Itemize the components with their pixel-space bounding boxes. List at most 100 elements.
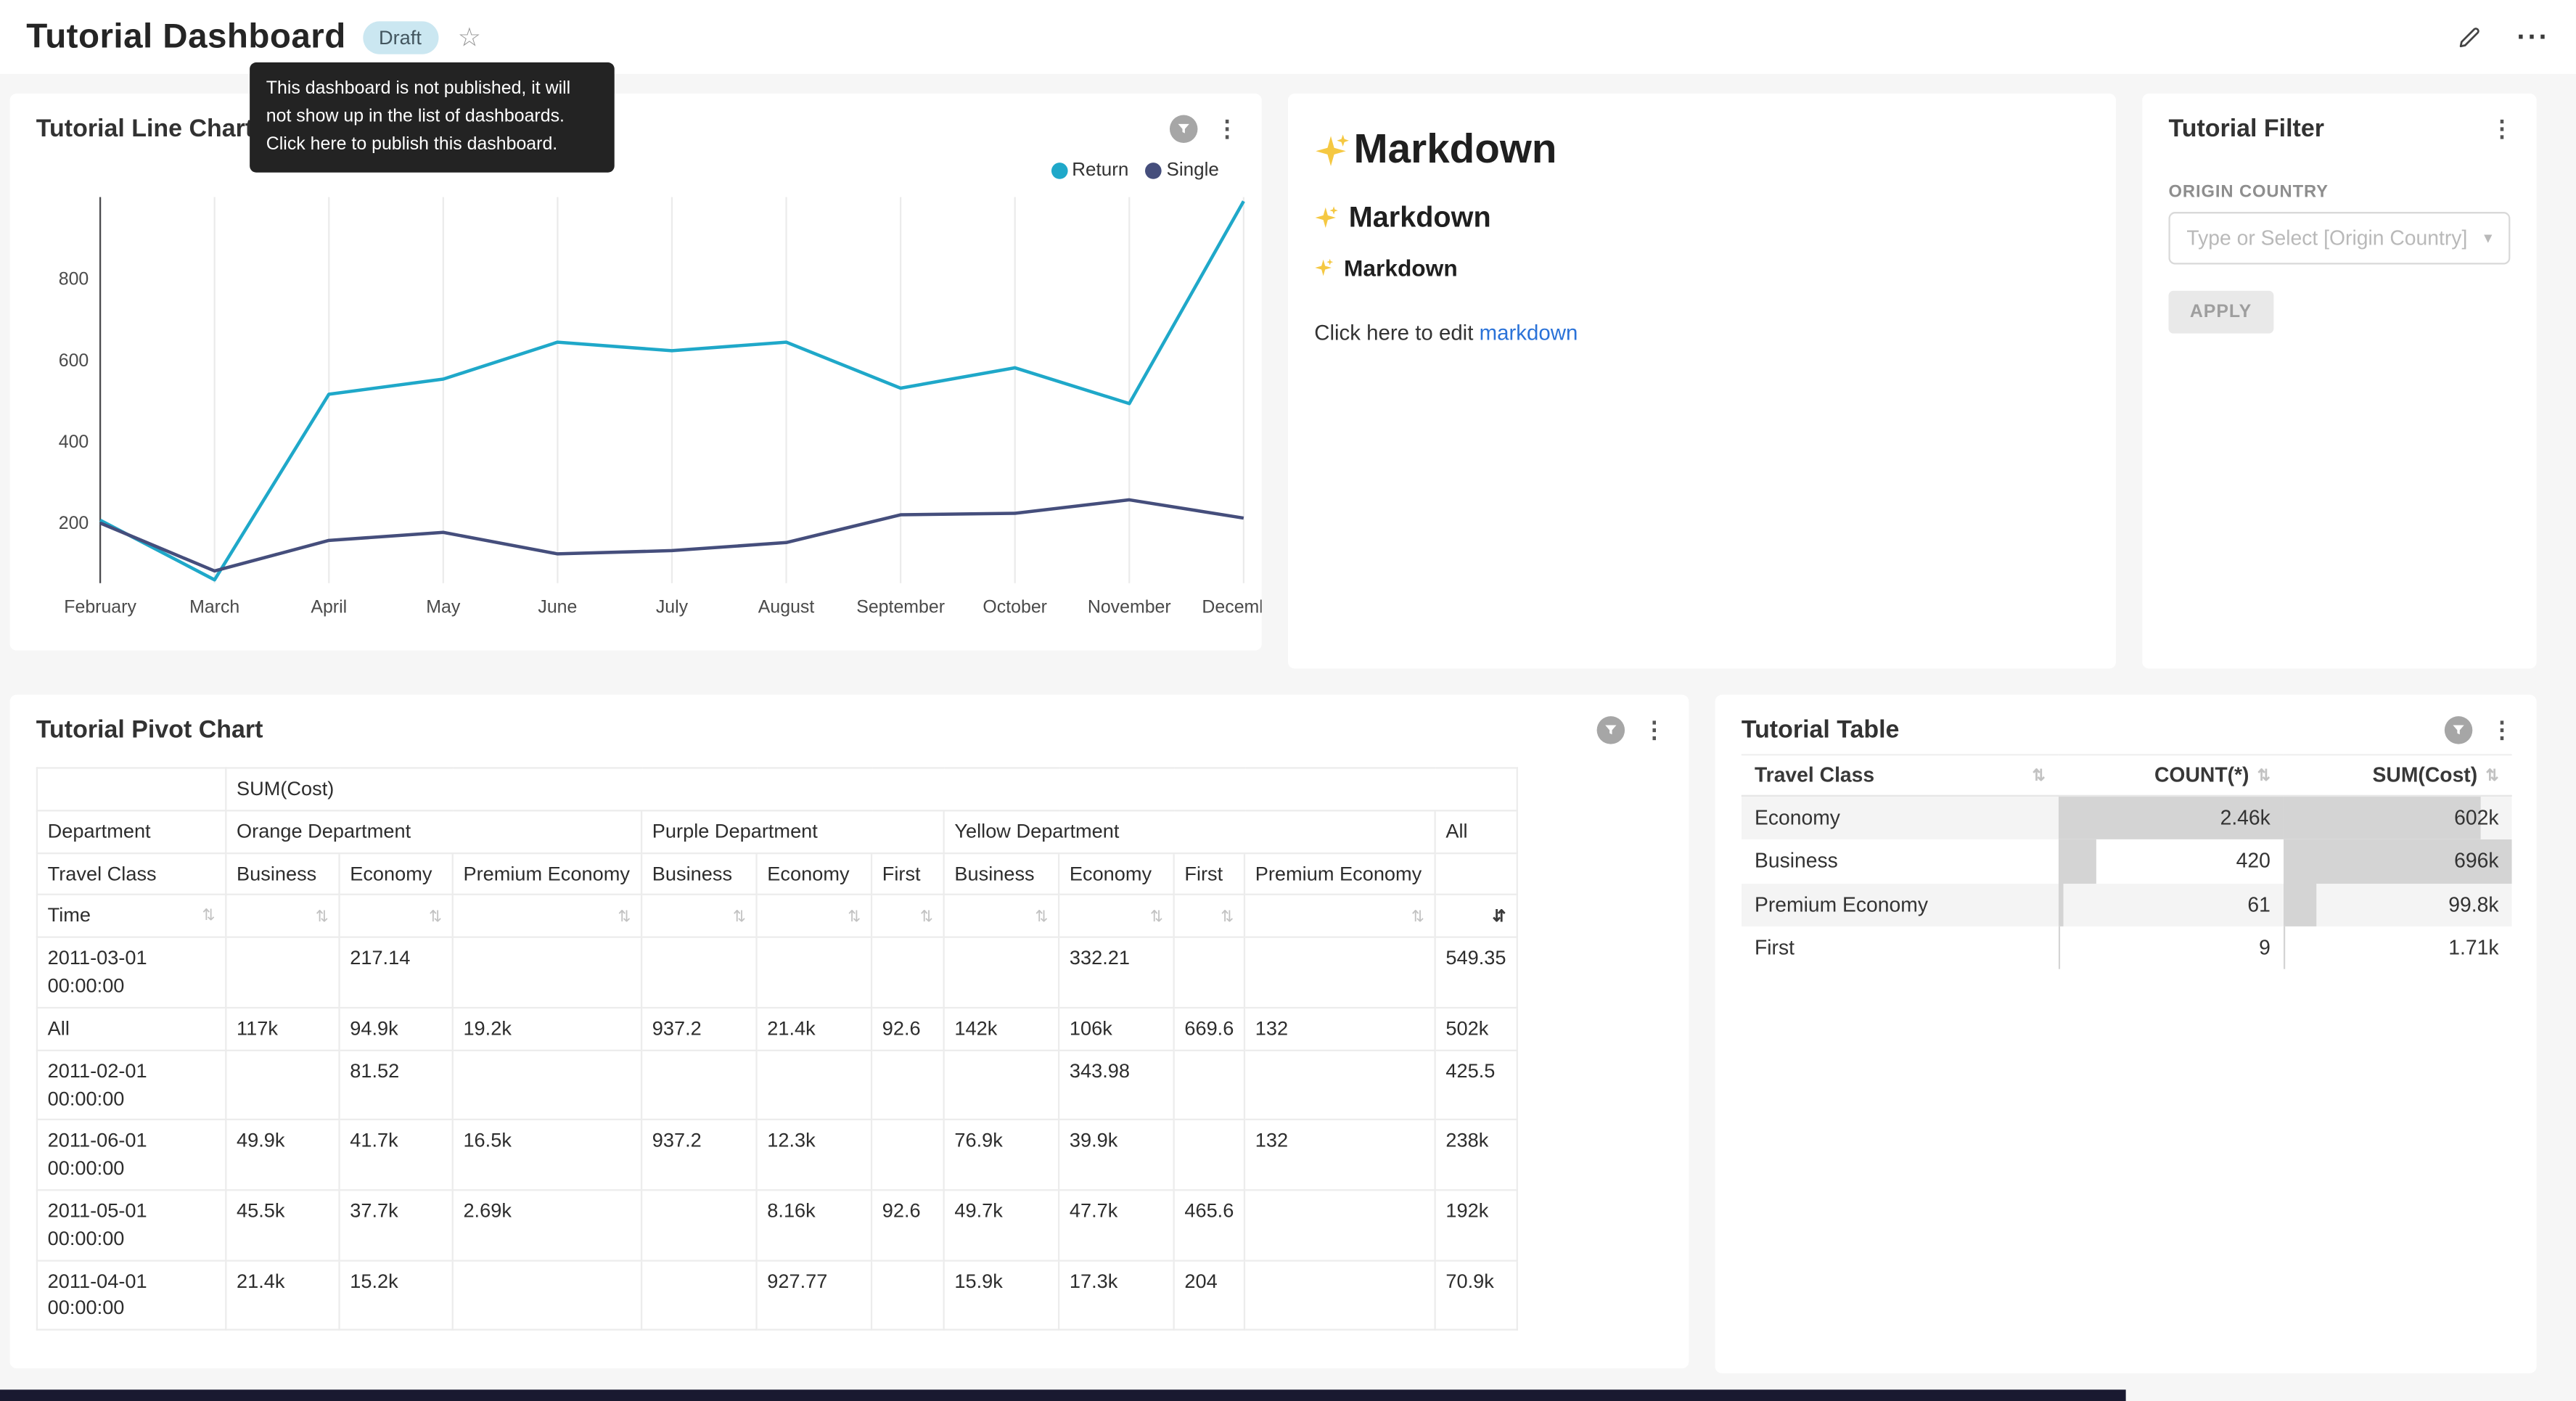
sort-desc-icon[interactable]: ⇵ — [1492, 909, 1506, 927]
pivot-sort-cell[interactable]: ⇅ — [1059, 895, 1173, 938]
svg-text:800: 800 — [59, 269, 89, 289]
favorite-star-icon[interactable]: ☆ — [458, 20, 481, 53]
markdown-edit-link[interactable]: markdown — [1480, 320, 1578, 345]
pivot-subcolumn-header: Premium Economy — [1244, 852, 1435, 895]
sort-icon[interactable]: ⇅ — [1150, 909, 1163, 927]
svg-text:400: 400 — [59, 432, 89, 452]
pivot-sort-cell[interactable]: ⇅ — [453, 895, 641, 938]
pivot-sort-cell[interactable]: ⇅ — [1174, 895, 1244, 938]
pivot-sort-cell[interactable]: ⇅ — [641, 895, 756, 938]
sort-icon[interactable]: ⇅ — [733, 909, 746, 927]
edit-pencil-icon[interactable] — [2456, 23, 2484, 51]
chart-legend[interactable]: Return Single — [1051, 161, 1219, 181]
pivot-sort-cell[interactable]: ⇅ — [944, 895, 1059, 938]
pivot-cell: 132 — [1244, 1120, 1435, 1190]
value-bar — [2059, 839, 2097, 882]
sort-icon[interactable]: ⇅ — [1221, 909, 1234, 927]
column-header[interactable]: Travel Class⇅ — [1742, 755, 2059, 796]
pivot-cell: 204 — [1174, 1260, 1244, 1330]
pivot-cell — [641, 1190, 756, 1260]
draft-badge[interactable]: Draft — [362, 20, 438, 53]
pivot-cell: 76.9k — [944, 1120, 1059, 1190]
pivot-cell: 16.5k — [453, 1120, 641, 1190]
sort-icon[interactable]: ⇅ — [1035, 909, 1048, 927]
svg-text:November: November — [1088, 596, 1171, 617]
pivot-sort-cell[interactable]: ⇅ — [871, 895, 944, 938]
pivot-cell: 332.21 — [1059, 937, 1173, 1007]
pivot-sort-cell[interactable]: ⇅ — [1244, 895, 1435, 938]
card-header: Tutorial Table ⋮ — [1715, 695, 2537, 744]
pivot-cell: 465.6 — [1174, 1190, 1244, 1260]
pivot-sort-cell[interactable]: ⇅ — [340, 895, 453, 938]
pivot-cell — [226, 937, 339, 1007]
pivot-cell: 17.3k — [1059, 1260, 1173, 1330]
pivot-cell: 117k — [226, 1008, 339, 1050]
table-row: First91.71k — [1742, 926, 2512, 969]
sort-icon[interactable]: ⇅ — [202, 905, 216, 927]
kebab-menu-icon[interactable]: ⋮ — [1215, 115, 1239, 142]
sort-icon[interactable]: ⇅ — [2486, 766, 2499, 784]
table-row: Business420696k — [1742, 839, 2512, 882]
column-header-label: SUM(Cost) — [2373, 764, 2478, 787]
pivot-cell: 12.3k — [757, 1120, 871, 1190]
svg-text:August: August — [758, 596, 815, 617]
more-menu-icon[interactable]: ··· — [2516, 29, 2549, 46]
origin-country-select[interactable]: Type or Select [Origin Country] ▾ — [2168, 212, 2510, 264]
pivot-sort-cell[interactable]: ⇅ — [757, 895, 871, 938]
table-row: Premium Economy6199.8k — [1742, 883, 2512, 926]
legend-item[interactable]: Return — [1051, 161, 1129, 181]
pivot-cell: 192k — [1435, 1190, 1517, 1260]
select-placeholder: Type or Select [Origin Country] — [2186, 226, 2467, 250]
pivot-table: SUM(Cost)DepartmentOrange DepartmentPurp… — [36, 767, 1518, 1331]
sort-icon[interactable]: ⇅ — [618, 909, 631, 927]
sort-icon[interactable]: ⇅ — [1411, 909, 1424, 927]
count-cell: 2.46k — [2059, 796, 2284, 840]
legend-dot — [1145, 163, 1162, 179]
tutorial-line-chart-card: 200400600800FebruaryMarchAprilMayJuneJul… — [10, 94, 1262, 650]
sort-icon[interactable]: ⇅ — [2257, 766, 2271, 784]
filter-indicator-icon[interactable] — [1170, 115, 1197, 142]
pivot-cell — [1244, 937, 1435, 1007]
pivot-cell: 15.9k — [944, 1260, 1059, 1330]
count-cell: 61 — [2059, 883, 2284, 926]
kebab-menu-icon[interactable]: ⋮ — [2490, 115, 2514, 142]
table-row: Economy2.46k602k — [1742, 796, 2512, 840]
pivot-sub-dimension-label: Travel Class — [37, 852, 226, 895]
sort-icon[interactable]: ⇅ — [920, 909, 933, 927]
pivot-subcolumn-header: Business — [226, 852, 339, 895]
pivot-cell: 21.4k — [226, 1260, 339, 1330]
pivot-cell: 45.5k — [226, 1190, 339, 1260]
svg-text:200: 200 — [59, 513, 89, 533]
travel-class-cell: Economy — [1742, 796, 2059, 840]
pivot-cell: 937.2 — [641, 1120, 756, 1190]
sort-icon[interactable]: ⇅ — [429, 909, 442, 927]
sort-icon[interactable]: ⇅ — [848, 909, 861, 927]
filter-indicator-icon[interactable] — [2445, 716, 2472, 744]
value-bar — [2284, 883, 2316, 926]
pivot-subcolumn-header: Premium Economy — [453, 852, 641, 895]
pivot-subcolumn-header: Economy — [757, 852, 871, 895]
pivot-sort-cell[interactable]: ⇅ — [226, 895, 339, 938]
pivot-row-dimension-label[interactable]: Time⇅ — [37, 895, 226, 938]
filter-indicator-icon[interactable] — [1597, 716, 1625, 744]
pivot-group-header: Orange Department — [226, 810, 641, 852]
sort-icon[interactable]: ⇅ — [2033, 766, 2046, 784]
sort-icon[interactable]: ⇅ — [316, 909, 329, 927]
markdown-h3-text: Markdown — [1344, 255, 1458, 281]
pivot-cell: 49.9k — [226, 1120, 339, 1190]
pivot-cell: 94.9k — [340, 1008, 453, 1050]
svg-text:February: February — [64, 596, 136, 617]
legend-item[interactable]: Single — [1145, 161, 1219, 181]
pivot-cell: 19.2k — [453, 1008, 641, 1050]
pivot-cell — [453, 1050, 641, 1119]
apply-button[interactable]: APPLY — [2168, 291, 2273, 334]
kebab-menu-icon[interactable]: ⋮ — [1643, 716, 1666, 744]
column-header[interactable]: SUM(Cost) ⇅ — [2284, 755, 2512, 796]
kebab-menu-icon[interactable]: ⋮ — [2490, 716, 2514, 744]
pivot-sort-cell[interactable]: ⇵ — [1435, 895, 1517, 938]
pivot-row: 2011-06-01 00:00:0049.9k41.7k16.5k937.21… — [37, 1120, 1517, 1190]
pivot-col-dimension-label: Department — [37, 810, 226, 852]
travel-class-cell: First — [1742, 926, 2059, 969]
markdown-heading-2: Markdown — [1314, 200, 2116, 235]
column-header[interactable]: COUNT(*)⇅ — [2059, 755, 2284, 796]
